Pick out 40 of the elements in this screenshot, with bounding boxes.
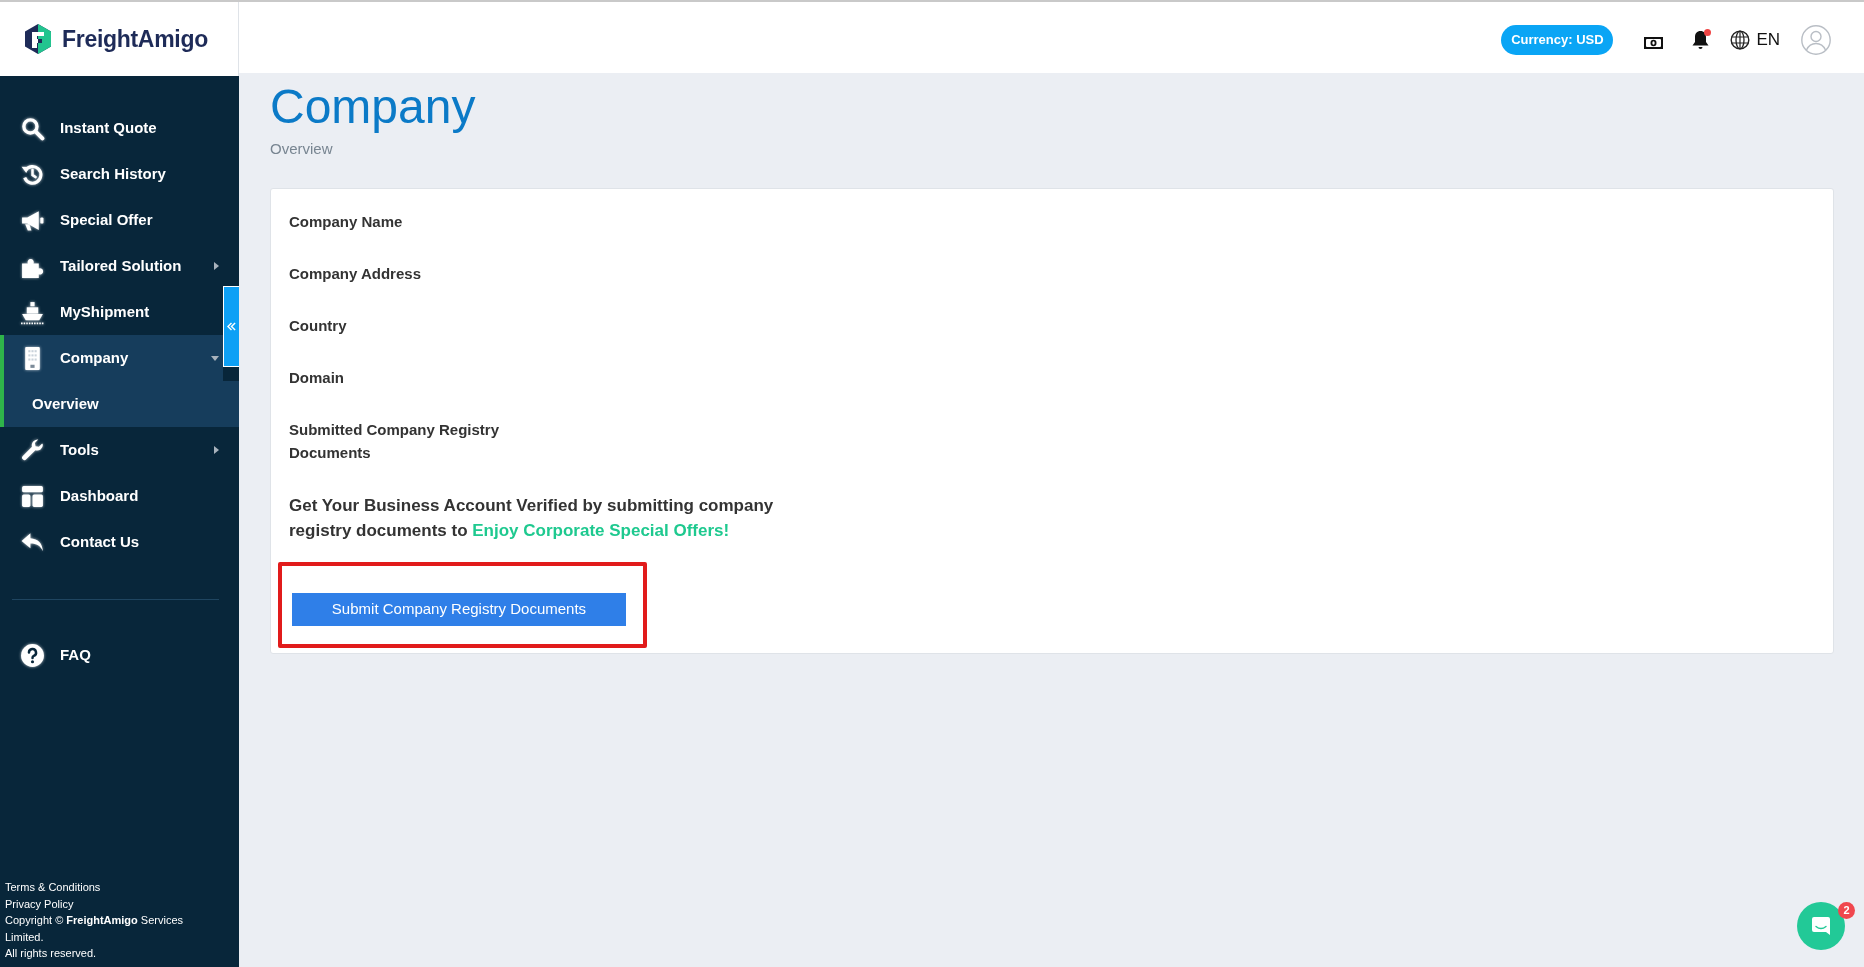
footer-link[interactable]: Terms & Conditions [5,879,101,896]
sidebar-item[interactable]: FAQ [0,632,223,678]
field-label: Company Name [289,212,404,232]
promo-text: Get Your Business Account Verified by submitting company registry documents to Enjoy Corporate Special Offers! [289,495,775,542]
sidebar-item[interactable]: Tools [0,427,223,473]
language-button[interactable]: EN [1730,27,1780,53]
question-icon [20,642,45,668]
sidebar-item[interactable]: Contact Us [0,519,223,565]
field-label: Submitted Company Registry Documents [289,420,501,463]
rights-text: All rights reserved. [5,946,98,962]
logo-text[interactable]: FreightAmigo [62,27,208,51]
dashboard-icon [20,483,45,509]
field-label: Domain [289,368,345,388]
search-icon [20,115,45,141]
double-chevron-icon [227,322,236,331]
sidebar-item[interactable]: Company [0,335,223,381]
wrench-icon [20,437,45,463]
bell-icon[interactable] [1691,30,1711,50]
chat-icon [1811,916,1831,936]
sidebar-item[interactable]: Special Offer [0,197,223,243]
logo-icon[interactable] [23,23,53,55]
ship-icon [20,299,45,325]
sidebar-subitem[interactable]: Overview [0,381,239,427]
globe-icon [1730,30,1751,50]
footer-link[interactable]: Privacy Policy [5,895,74,913]
banknote-icon[interactable] [1644,37,1664,49]
sidebar-item[interactable]: Tailored Solution [0,243,223,289]
sidebar-item[interactable]: Instant Quote [0,105,223,151]
sidebar-item[interactable]: Dashboard [0,473,223,519]
sidebar-item[interactable]: Search History [0,151,223,197]
submit-button[interactable]: Submit Company Registry Documents [292,593,626,626]
sidebar-collapse-button[interactable] [223,286,239,367]
chat-button[interactable] [1797,902,1845,950]
page-subtitle: Overview [270,139,334,159]
unread-badge: 2 [1838,902,1855,919]
sidebar-item[interactable]: MyShipment [0,289,223,335]
field-label: Country [289,316,348,336]
field-label: Company Address [289,264,422,284]
copyright-text: Copyright © FreightAmigo Services Limited. [5,913,185,945]
page-title: Company [270,79,477,135]
